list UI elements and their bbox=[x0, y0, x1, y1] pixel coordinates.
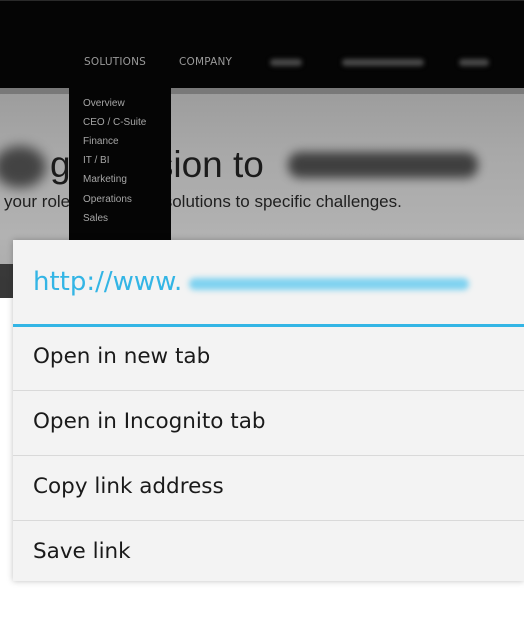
open-in-new-tab-label: Open in new tab bbox=[33, 344, 211, 369]
nav-redacted-2[interactable] bbox=[342, 59, 424, 66]
nav-company[interactable]: COMPANY bbox=[179, 56, 232, 68]
dropdown-item-operations[interactable]: Operations bbox=[83, 194, 132, 205]
hero-redacted-logo bbox=[0, 146, 46, 188]
dropdown-item-overview[interactable]: Overview bbox=[83, 98, 125, 109]
hero-image-edge bbox=[0, 264, 14, 298]
hero-subheading: your role and unique solutions to specif… bbox=[4, 192, 402, 211]
nav-solutions[interactable]: SOLUTIONS bbox=[84, 56, 146, 68]
link-url-redacted bbox=[189, 278, 469, 290]
dropdown-item-ceo[interactable]: CEO / C-Suite bbox=[83, 117, 146, 128]
copy-link-address-item[interactable]: Copy link address bbox=[13, 457, 524, 521]
dropdown-item-finance[interactable]: Finance bbox=[83, 136, 119, 147]
link-url: http://www. bbox=[33, 267, 183, 297]
dropdown-item-sales[interactable]: Sales bbox=[83, 213, 108, 224]
save-link-item[interactable]: Save link bbox=[13, 522, 524, 586]
context-menu-header: http://www. bbox=[13, 240, 524, 324]
hero-heading-redacted bbox=[288, 152, 478, 178]
link-context-menu: http://www. Open in new tab Open in Inco… bbox=[13, 240, 524, 581]
dropdown-item-marketing[interactable]: Marketing bbox=[83, 174, 127, 185]
open-in-new-tab-item[interactable]: Open in new tab bbox=[13, 327, 524, 391]
solutions-dropdown-menu: Overview CEO / C-Suite Finance IT / BI M… bbox=[69, 88, 171, 240]
save-link-label: Save link bbox=[33, 539, 131, 564]
nav-redacted-1[interactable] bbox=[270, 59, 302, 66]
screen: SOLUTIONS COMPANY give vision to your ro… bbox=[0, 0, 524, 635]
nav-redacted-3[interactable] bbox=[459, 59, 489, 66]
dropdown-item-it-bi[interactable]: IT / BI bbox=[83, 155, 110, 166]
copy-link-address-label: Copy link address bbox=[33, 474, 224, 499]
open-in-incognito-tab-item[interactable]: Open in Incognito tab bbox=[13, 392, 524, 456]
open-in-incognito-tab-label: Open in Incognito tab bbox=[33, 409, 266, 434]
site-header: SOLUTIONS COMPANY bbox=[0, 0, 524, 88]
